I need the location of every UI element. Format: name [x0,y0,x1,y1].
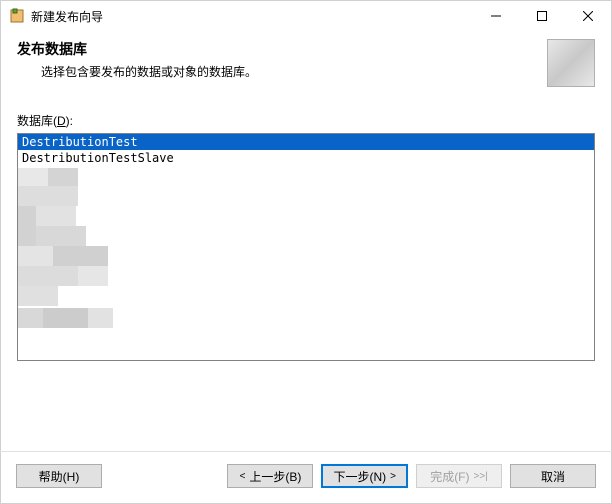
window-title: 新建发布向导 [31,8,473,25]
app-icon [9,8,25,24]
wizard-banner-image [547,39,595,87]
wizard-header: 发布数据库 选择包含要发布的数据或对象的数据库。 [1,31,611,100]
titlebar: 新建发布向导 [1,1,611,31]
double-chevron-right-icon: >>| [474,471,488,482]
database-list-label: 数据库(D): [17,112,595,129]
chevron-right-icon: > [390,471,396,482]
redacted-items [18,168,158,338]
list-item[interactable]: DestributionTest [18,134,594,150]
page-title: 发布数据库 [17,39,539,59]
minimize-button[interactable] [473,1,519,31]
finish-button: 完成(F) >>| [416,464,502,488]
next-button[interactable]: 下一步(N) > [321,464,408,488]
wizard-footer: 帮助(H) < 上一步(B) 下一步(N) > 完成(F) >>| 取消 [0,451,612,504]
chevron-left-icon: < [240,471,246,482]
maximize-button[interactable] [519,1,565,31]
close-button[interactable] [565,1,611,31]
help-button[interactable]: 帮助(H) [16,464,102,488]
cancel-button[interactable]: 取消 [510,464,596,488]
back-button[interactable]: < 上一步(B) [227,464,313,488]
database-listbox[interactable]: DestributionTestDestributionTestSlave [17,133,595,361]
content-area: 数据库(D): DestributionTestDestributionTest… [1,100,611,369]
page-subtitle: 选择包含要发布的数据或对象的数据库。 [17,63,539,80]
window-controls [473,1,611,31]
list-item[interactable]: DestributionTestSlave [18,150,594,166]
